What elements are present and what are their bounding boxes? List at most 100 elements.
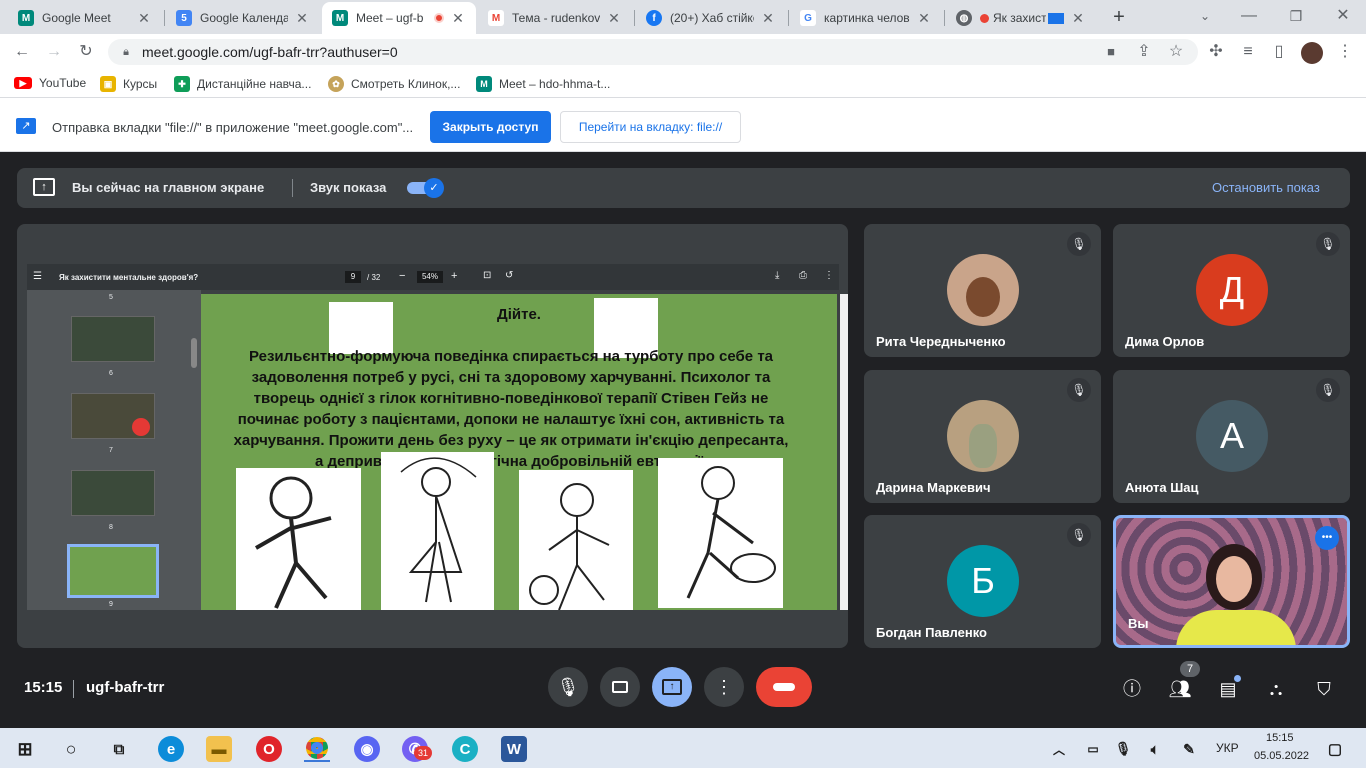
stop-sharing-button[interactable]: Закрыть доступ (430, 111, 551, 143)
discord-icon[interactable]: ◉ (354, 736, 380, 762)
chat-unread-dot (1234, 675, 1241, 682)
minimize-icon[interactable]: — (1238, 5, 1260, 27)
bookmark-klinok[interactable]: ✿ Смотреть Клинок,... (328, 76, 460, 92)
windows-start-icon[interactable]: ⊞ (12, 736, 38, 762)
pdf-scrollbar[interactable] (840, 294, 848, 610)
download-icon[interactable]: ⤓ (775, 270, 779, 281)
tab-meet-active[interactable]: M Meet – ugf-b ✕ (322, 2, 476, 34)
stop-presenting-button[interactable]: Остановить показ (1212, 180, 1320, 195)
share-tab-icon: ↗ (16, 118, 36, 134)
clock-date[interactable]: 05.05.2022 (1254, 750, 1309, 762)
thumb-scrollbar[interactable] (191, 338, 197, 368)
participant-tile[interactable]: А 🎙︎ Анюта Шац (1113, 370, 1350, 503)
rotate-icon[interactable]: ↺ (505, 270, 513, 281)
people-count-badge: 7 (1180, 661, 1200, 677)
tab-google-calendar[interactable]: 5 Google Календар ✕ (166, 2, 320, 34)
notifications-icon[interactable]: ▢ (1322, 736, 1348, 762)
thumbnail-page-7[interactable] (71, 393, 155, 439)
pen-icon[interactable]: ✎ (1176, 736, 1202, 762)
back-arrow-icon[interactable]: ← (11, 41, 33, 63)
clock-time[interactable]: 15:15 (1266, 732, 1294, 744)
camera-button[interactable] (600, 667, 640, 707)
volume-icon[interactable]: 🔈︎ (1142, 736, 1168, 762)
recording-dot-icon (434, 13, 444, 23)
pdf-page-input[interactable]: 9 (345, 271, 361, 283)
bookmark-youtube[interactable]: ▶ YouTube (14, 76, 86, 90)
go-to-tab-button[interactable]: Перейти на вкладку: file:// (560, 111, 741, 143)
bookmark-meet-hdo[interactable]: M Meet – hdo-hhma-t... (476, 76, 610, 92)
pdf-menu-icon[interactable]: ☰ (33, 271, 42, 282)
chrome-icon[interactable] (304, 736, 330, 762)
url-text[interactable]: meet.google.com/ugf-bafr-trr?authuser=0 (142, 44, 398, 60)
bookmark-distance-learning[interactable]: ✚ Дистанційне навча... (174, 76, 311, 92)
close-tab-icon[interactable]: ✕ (136, 10, 152, 27)
thumb-number: 7 (109, 447, 113, 454)
microphone-button[interactable]: 🎙︎ (548, 667, 588, 707)
thumbnail-page-9-selected[interactable] (67, 544, 159, 598)
opera-icon[interactable]: O (256, 736, 282, 762)
tab-google-meet[interactable]: M Google Meet ✕ (8, 2, 162, 34)
tab-search-chevron-icon[interactable]: ⌄ (1194, 5, 1216, 27)
search-icon[interactable]: ○ (58, 736, 84, 762)
bookmark-courses[interactable]: ▣ Курсы (100, 76, 157, 92)
zoom-input[interactable]: 54% (417, 271, 443, 283)
tab-google-search[interactable]: G картинка челове ✕ (790, 2, 942, 34)
avatar: Д (1196, 254, 1268, 326)
gmail-favicon: M (488, 10, 504, 26)
tray-chevron-icon[interactable]: ︿ (1046, 736, 1072, 762)
participant-tile[interactable]: 🎙︎ Дарина Маркевич (864, 370, 1101, 503)
close-tab-icon[interactable]: ✕ (1070, 10, 1086, 27)
close-tab-icon[interactable]: ✕ (760, 10, 776, 27)
battery-icon[interactable]: ▭ (1080, 736, 1106, 762)
participant-tile[interactable]: 🎙︎ Рита Чередныченко (864, 224, 1101, 357)
thumbnail-page-6[interactable] (71, 316, 155, 362)
file-explorer-icon[interactable]: ▬ (206, 736, 232, 762)
tab-facebook[interactable]: f (20+) Хаб стійкої ✕ (636, 2, 786, 34)
profile-avatar[interactable] (1301, 42, 1323, 64)
participant-tile[interactable]: Д 🎙︎ Дима Орлов (1113, 224, 1350, 357)
tab-pdf-file[interactable]: ◍ Як захисти ✕ (946, 2, 1096, 34)
close-tab-icon[interactable]: ✕ (606, 10, 622, 27)
self-video-tile[interactable]: ••• Вы (1113, 515, 1350, 648)
new-tab-plus-icon[interactable]: + (1108, 6, 1130, 28)
more-options-button[interactable]: ⋮ (704, 667, 744, 707)
word-icon[interactable]: W (501, 736, 527, 762)
meeting-info-icon[interactable]: ⓘ (1119, 676, 1145, 702)
extensions-puzzle-icon[interactable]: ✣ (1205, 41, 1227, 63)
language-indicator[interactable]: УКР (1216, 741, 1239, 755)
zoom-out-icon[interactable]: − (399, 270, 405, 282)
presentation-audio-label: Звук показа (310, 180, 387, 195)
close-tab-icon[interactable]: ✕ (916, 10, 932, 27)
app-c-icon[interactable]: C (452, 736, 478, 762)
calendar-favicon: 5 (176, 10, 192, 26)
task-view-icon[interactable]: ⧉ (106, 736, 132, 762)
camera-in-use-icon[interactable]: ■ (1100, 41, 1122, 63)
kebab-menu-icon[interactable]: ⋮ (1334, 41, 1356, 63)
activities-icon[interactable]: ⛬ (1263, 676, 1289, 702)
edge-icon[interactable]: e (158, 736, 184, 762)
host-controls-icon[interactable]: ⛉ (1311, 676, 1337, 702)
reload-icon[interactable]: ↻ (75, 41, 97, 63)
side-panel-icon[interactable]: ▯ (1268, 41, 1290, 63)
video-camera-icon (612, 681, 628, 693)
media-control-icon[interactable]: ≡ (1237, 41, 1259, 63)
lock-icon[interactable]: 🔒︎ (115, 41, 137, 63)
close-tab-icon[interactable]: ✕ (450, 10, 466, 27)
tab-gmail[interactable]: M Тема - rudenkov ✕ (478, 2, 632, 34)
leave-call-button[interactable] (756, 667, 812, 707)
forward-arrow-icon[interactable]: → (43, 41, 65, 63)
pdf-more-icon[interactable]: ⋮ (824, 270, 834, 281)
present-now-button[interactable]: ↑ (652, 667, 692, 707)
fit-page-icon[interactable]: ⊡ (483, 270, 491, 281)
zoom-in-icon[interactable]: + (451, 270, 457, 282)
close-tab-icon[interactable]: ✕ (294, 10, 310, 27)
bookmark-star-icon[interactable]: ☆ (1165, 41, 1187, 63)
close-window-icon[interactable]: ✕ (1332, 5, 1354, 27)
share-icon[interactable]: ⇪ (1133, 41, 1155, 63)
thumbnail-page-8[interactable] (71, 470, 155, 516)
people-icon[interactable]: 👥︎ (1167, 676, 1193, 702)
participant-tile[interactable]: Б 🎙︎ Богдан Павленко (864, 515, 1101, 648)
print-icon[interactable]: ⎙ (799, 270, 807, 281)
restore-icon[interactable]: ❐ (1285, 5, 1307, 27)
tray-mic-icon[interactable]: 🎙︎ (1110, 736, 1136, 762)
